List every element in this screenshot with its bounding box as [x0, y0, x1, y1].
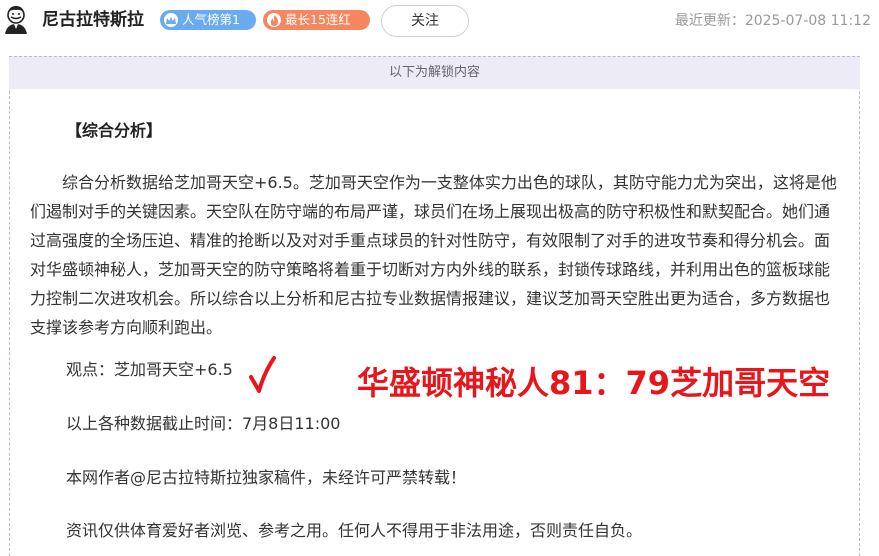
- last-update-time: 最近更新：2025-07-08 11:12: [674, 13, 871, 29]
- article-header: 尼古拉特斯拉 人气榜第1 最长15连红 关注 最近更新：2025-07-08 1…: [0, 0, 879, 42]
- follow-button[interactable]: 关注: [381, 5, 469, 37]
- copyright-notice: 本网作者@尼古拉特斯拉独家稿件，未经许可严禁转载！: [66, 468, 467, 487]
- checkmark-icon: [249, 356, 276, 393]
- author-avatar[interactable]: [3, 4, 29, 34]
- popularity-rank-badge: 人气榜第1: [160, 10, 256, 30]
- win-streak-badge: 最长15连红: [263, 10, 370, 30]
- popularity-rank-label: 人气榜第1: [182, 12, 240, 27]
- data-cutoff-time: 以上各种数据截止时间：7月8日11:00: [66, 414, 341, 433]
- analysis-paragraph: 综合分析数据给芝加哥天空+6.5。芝加哥天空作为一支整体实力出色的球队，其防守能…: [30, 173, 837, 337]
- fire-icon: [267, 13, 281, 27]
- win-streak-label: 最长15连红: [285, 12, 351, 27]
- match-result-overlay: 华盛顿神秘人81：79芝加哥天空: [357, 364, 831, 402]
- author-name[interactable]: 尼古拉特斯拉: [42, 8, 144, 32]
- crown-icon: [164, 13, 178, 27]
- section-title: 【综合分析】: [66, 121, 163, 140]
- disclaimer-notice: 资讯仅供体育爱好者浏览、参考之用。任何人不得用于非法用途，否则责任自负。: [66, 521, 643, 540]
- unlock-banner: 以下为解锁内容: [9, 56, 860, 89]
- opinion-text: 观点：芝加哥天空+6.5: [66, 360, 233, 379]
